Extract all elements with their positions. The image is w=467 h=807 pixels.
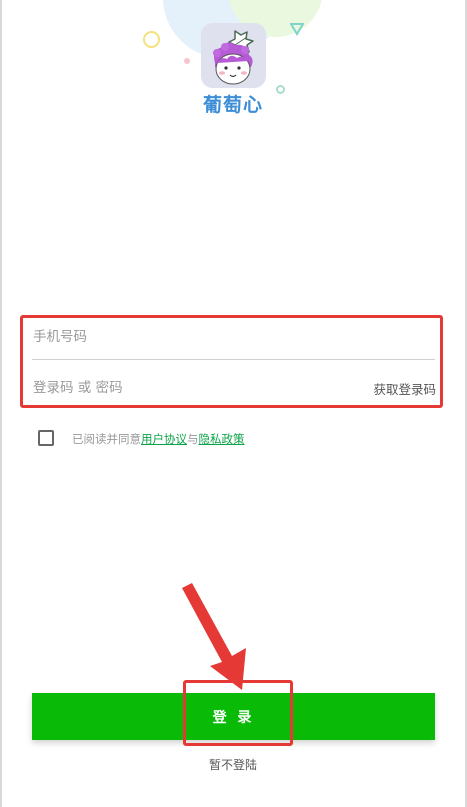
decor-triangle-icon (290, 23, 304, 36)
login-button[interactable]: 登 录 (32, 693, 435, 740)
agreement-checkbox[interactable] (38, 430, 54, 446)
form-highlight-box (20, 315, 443, 408)
decor-teal-ring (276, 85, 285, 94)
left-border (0, 0, 2, 807)
user-agreement-link[interactable]: 用户协议 (141, 432, 187, 446)
decor-yellow-ring (143, 31, 160, 48)
annotation-arrow-icon (182, 583, 246, 690)
privacy-policy-link[interactable]: 隐私政策 (199, 432, 245, 446)
decor-pink-dot (184, 58, 190, 64)
agreement-text: 已阅读并同意用户协议与隐私政策 (72, 431, 245, 447)
app-name: 葡萄心 (202, 94, 263, 116)
grape-heart-logo-icon (201, 23, 266, 88)
agreement-prefix: 已阅读并同意 (72, 432, 141, 446)
skip-login-link[interactable]: 暂不登陆 (183, 756, 283, 773)
agreement-connector: 与 (187, 432, 199, 446)
login-screen: 葡萄心 获取登录码 已阅读并同意用户协议与隐私政策 登 录 暂不登陆 (0, 0, 467, 807)
